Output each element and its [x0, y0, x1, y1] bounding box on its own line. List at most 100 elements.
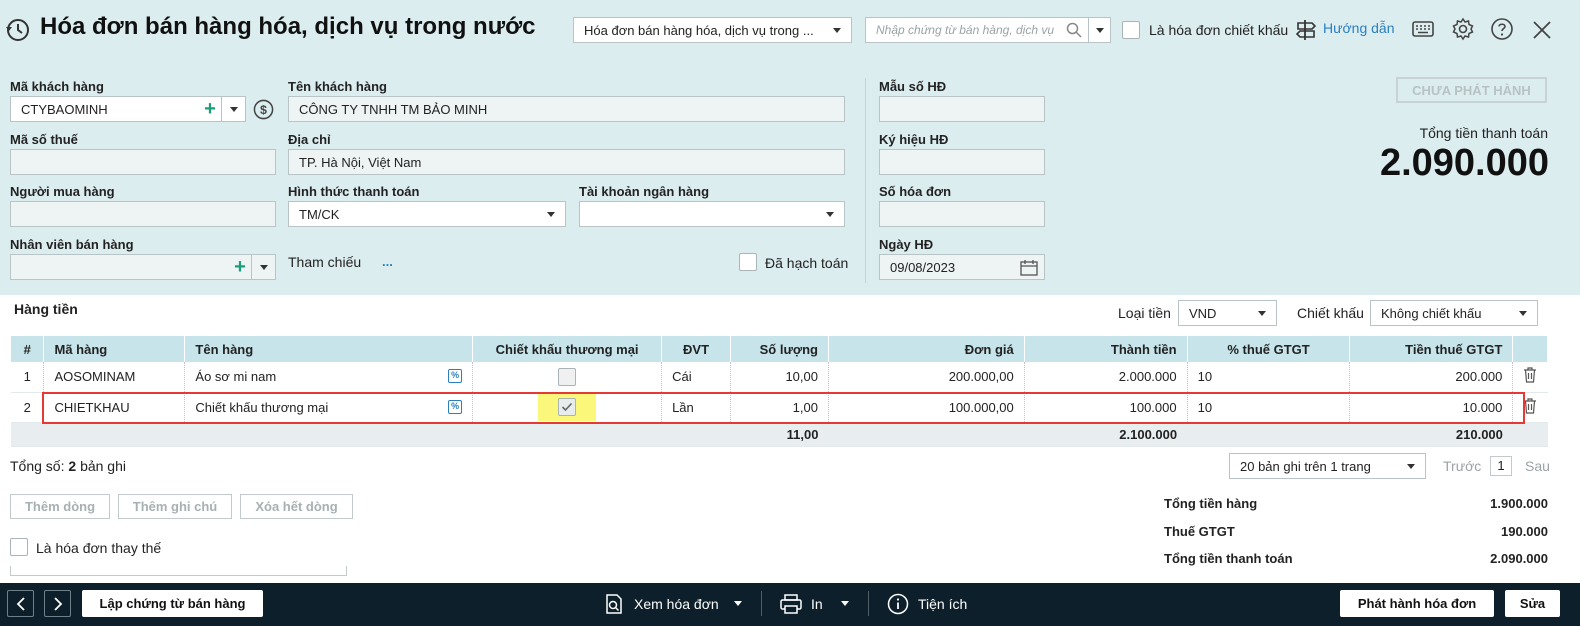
- prev-page-link[interactable]: Trước: [1443, 458, 1481, 474]
- col-qty[interactable]: Số lượng: [730, 336, 829, 362]
- template-field[interactable]: [879, 96, 1045, 122]
- trade-discount-checkbox-checked[interactable]: [558, 398, 577, 416]
- buyer-field[interactable]: [10, 201, 276, 227]
- cell-amount[interactable]: 100.000: [1024, 392, 1188, 423]
- summary-total-label: Tổng tiền thanh toán: [1164, 551, 1293, 566]
- next-page-link[interactable]: Sau: [1525, 458, 1550, 474]
- discount-invoice-checkbox[interactable]: [1122, 21, 1140, 39]
- col-amount[interactable]: Thành tiền: [1024, 336, 1188, 362]
- col-price[interactable]: Đơn giá: [828, 336, 1025, 362]
- col-vat-pct[interactable]: % thuế GTGT: [1187, 336, 1351, 362]
- status-badge: CHƯA PHÁT HÀNH: [1396, 77, 1547, 103]
- signpost-icon[interactable]: [1295, 18, 1317, 42]
- date-field[interactable]: 09/08/2023: [879, 254, 1045, 280]
- keyboard-icon[interactable]: [1412, 20, 1434, 38]
- table-row[interactable]: 1 AOSOMINAM Áo sơ mi nam% Cái 10,00 200.…: [11, 362, 1548, 393]
- add-note-button[interactable]: Thêm ghi chú: [118, 494, 232, 519]
- customer-name-field[interactable]: CÔNG TY TNHH TM BẢO MINH: [288, 96, 845, 122]
- percent-icon[interactable]: %: [448, 399, 463, 414]
- trash-icon[interactable]: [1523, 367, 1537, 383]
- cell-delete: [1512, 362, 1548, 393]
- prev-record-button[interactable]: [7, 590, 34, 617]
- trash-icon[interactable]: [1523, 397, 1537, 414]
- symbol-label: Ký hiệu HĐ: [879, 132, 949, 147]
- add-icon[interactable]: +: [229, 256, 251, 279]
- col-trade-discount[interactable]: Chiết khấu thương mại: [472, 336, 663, 362]
- section-title: Hàng tiền: [14, 301, 78, 317]
- posted-checkbox[interactable]: [739, 253, 757, 271]
- history-icon[interactable]: [5, 17, 31, 43]
- payment-method-select[interactable]: TM/CK: [288, 201, 566, 227]
- col-unit[interactable]: ĐVT: [661, 336, 732, 362]
- search-input[interactable]: Nhập chứng từ bán hàng, dịch vụ: [865, 17, 1089, 43]
- note-area-edge[interactable]: [10, 566, 347, 576]
- invoice-type-select[interactable]: Hóa đơn bán hàng hóa, dịch vụ trong ...: [573, 17, 852, 43]
- cell-amount[interactable]: 2.000.000: [1024, 362, 1188, 393]
- table-row[interactable]: 2 CHIETKHAU Chiết khấu thương mại% Lần 1…: [11, 392, 1548, 423]
- cell-name[interactable]: Áo sơ mi nam%: [184, 362, 474, 393]
- add-row-button[interactable]: Thêm dòng: [10, 494, 110, 519]
- gear-icon[interactable]: [1451, 17, 1475, 41]
- cell-qty[interactable]: 10,00: [730, 362, 829, 393]
- payment-method-value: TM/CK: [299, 206, 340, 222]
- customer-code-field[interactable]: CTYBAOMINH +: [10, 96, 246, 122]
- address-field[interactable]: TP. Hà Nội, Việt Nam: [288, 149, 845, 175]
- currency-icon[interactable]: $: [253, 99, 274, 120]
- col-no[interactable]: #: [11, 336, 45, 362]
- utilities-label: Tiện ích: [918, 595, 968, 612]
- cell-name[interactable]: Chiết khấu thương mại%: [184, 392, 474, 423]
- print-dropdown-icon[interactable]: [841, 601, 849, 606]
- record-count-value: 2: [68, 458, 77, 474]
- currency-select[interactable]: VND: [1178, 300, 1277, 326]
- discount-select[interactable]: Không chiết khấu: [1370, 300, 1538, 326]
- cell-unit[interactable]: Lần: [661, 392, 732, 423]
- invoice-no-field[interactable]: [879, 201, 1045, 227]
- issue-invoice-button[interactable]: Phát hành hóa đơn: [1340, 590, 1494, 617]
- current-page[interactable]: 1: [1490, 456, 1512, 476]
- replacement-invoice-checkbox[interactable]: [10, 538, 28, 556]
- cell-code[interactable]: CHIETKHAU: [43, 392, 186, 423]
- cell-price[interactable]: 100.000,00: [828, 392, 1025, 423]
- payment-method-label: Hình thức thanh toán: [288, 184, 420, 199]
- calendar-icon[interactable]: [1020, 259, 1038, 276]
- cell-vat[interactable]: 10.000: [1349, 392, 1514, 423]
- tax-code-field[interactable]: [10, 149, 276, 175]
- cell-qty[interactable]: 1,00: [730, 392, 829, 423]
- col-vat[interactable]: Tiền thuế GTGT: [1349, 336, 1514, 362]
- edit-button[interactable]: Sửa: [1505, 590, 1560, 617]
- trade-discount-checkbox[interactable]: [558, 367, 577, 386]
- reference-more-link[interactable]: ...: [382, 254, 393, 269]
- view-invoice-dropdown-icon[interactable]: [734, 601, 742, 606]
- create-sales-voucher-button[interactable]: Lập chứng từ bán hàng: [82, 590, 263, 617]
- help-link[interactable]: Hướng dẫn: [1323, 20, 1394, 36]
- utilities-button[interactable]: Tiện ích: [887, 591, 967, 616]
- cell-unit[interactable]: Cái: [661, 362, 732, 393]
- cell-trade-discount[interactable]: [472, 362, 663, 393]
- cell-code[interactable]: AOSOMINAM: [43, 362, 186, 393]
- search-icon[interactable]: [1066, 22, 1082, 38]
- bank-account-select[interactable]: [579, 201, 845, 227]
- cell-vat-pct[interactable]: 10: [1187, 392, 1351, 423]
- help-icon[interactable]: [1490, 17, 1514, 41]
- col-name[interactable]: Tên hàng: [184, 336, 474, 362]
- cell-vat[interactable]: 200.000: [1349, 362, 1514, 393]
- percent-icon[interactable]: %: [448, 369, 463, 384]
- salesperson-field[interactable]: +: [10, 254, 276, 280]
- close-icon[interactable]: [1532, 20, 1552, 40]
- page-size-select[interactable]: 20 bản ghi trên 1 trang: [1229, 453, 1426, 479]
- cell-vat-pct[interactable]: 10: [1187, 362, 1351, 393]
- cell-price[interactable]: 200.000,00: [828, 362, 1025, 393]
- next-record-button[interactable]: [44, 590, 71, 617]
- view-invoice-button[interactable]: Xem hóa đơn: [603, 591, 719, 616]
- customer-dropdown[interactable]: [221, 97, 245, 121]
- cell-trade-discount[interactable]: [472, 392, 663, 423]
- col-code[interactable]: Mã hàng: [43, 336, 186, 362]
- customer-code-value: CTYBAOMINH: [21, 101, 108, 117]
- symbol-field[interactable]: [879, 149, 1045, 175]
- delete-all-rows-button[interactable]: Xóa hết dòng: [240, 494, 353, 519]
- salesperson-dropdown[interactable]: [251, 255, 275, 279]
- search-dropdown-button[interactable]: [1088, 17, 1111, 43]
- print-button[interactable]: In: [780, 591, 823, 616]
- add-icon[interactable]: +: [199, 98, 221, 121]
- cell-name-text: Chiết khấu thương mại: [195, 399, 329, 415]
